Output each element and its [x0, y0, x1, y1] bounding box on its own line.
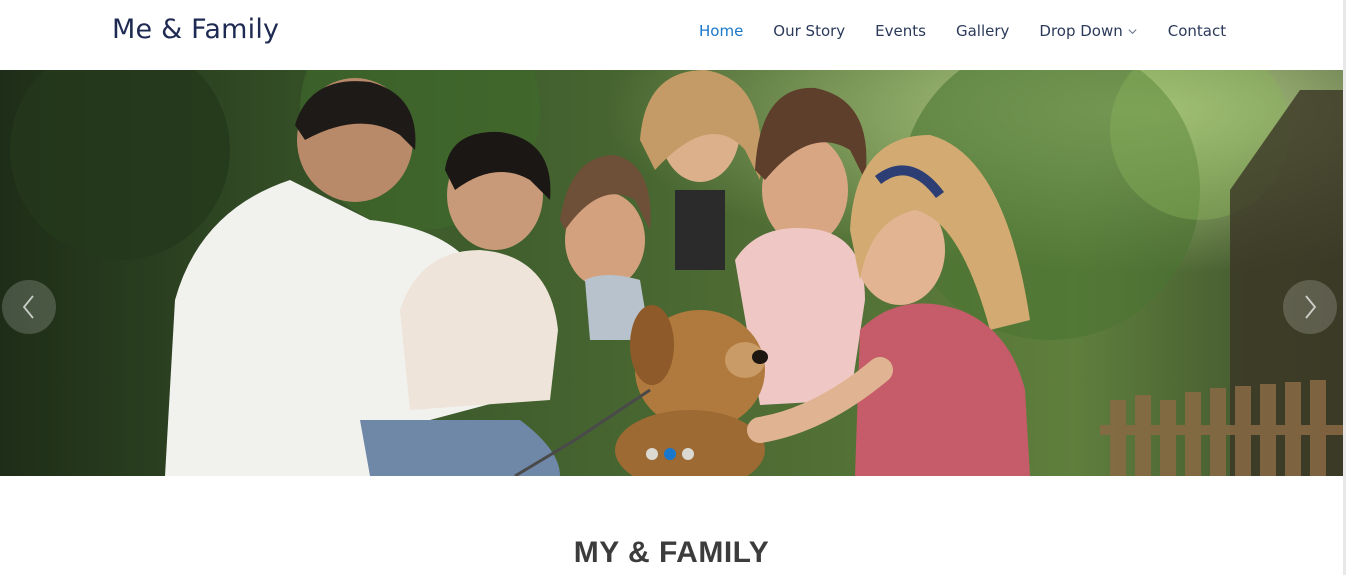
main-nav: Home Our Story Events Gallery Drop Down …: [699, 22, 1226, 40]
nav-our-story[interactable]: Our Story: [773, 22, 845, 40]
nav-home[interactable]: Home: [699, 22, 743, 40]
nav-events[interactable]: Events: [875, 22, 926, 40]
nav-our-story-label: Our Story: [773, 22, 846, 40]
carousel-indicator-2[interactable]: [664, 448, 676, 460]
nav-home-label: Home: [699, 22, 744, 40]
nav-gallery-label: Gallery: [955, 22, 1010, 40]
section-title: MY & FAMILY: [573, 536, 770, 569]
nav-drop-down-label: Drop Down: [1039, 22, 1123, 40]
chevron-left-icon: [22, 295, 34, 319]
chevron-down-icon: [1128, 28, 1137, 34]
site-logo[interactable]: Me & Family: [112, 14, 279, 45]
chevron-right-icon: [1305, 295, 1317, 319]
hero-carousel: [0, 70, 1343, 476]
site-header: Me & Family Home Our Story Events Galler…: [0, 0, 1346, 70]
family-with-dog-photo: [0, 70, 1343, 476]
nav-contact-label: Contact: [1167, 22, 1227, 40]
nav-contact[interactable]: Contact: [1168, 22, 1226, 40]
carousel-indicators: [646, 448, 700, 460]
carousel-prev-button[interactable]: [2, 280, 56, 334]
carousel-indicator-1[interactable]: [646, 448, 658, 460]
nav-drop-down[interactable]: Drop Down: [1039, 22, 1137, 40]
carousel-next-button[interactable]: [1283, 280, 1337, 334]
nav-events-label: Events: [875, 22, 926, 40]
carousel-indicator-3[interactable]: [682, 448, 694, 460]
nav-gallery[interactable]: Gallery: [956, 22, 1009, 40]
